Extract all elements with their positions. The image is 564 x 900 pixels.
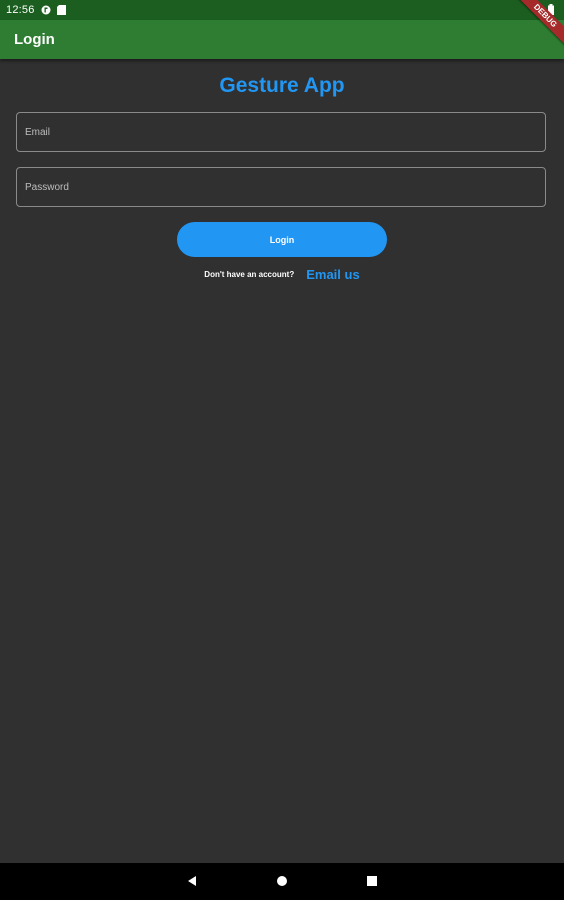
app-bar: Login	[0, 20, 564, 59]
back-icon[interactable]	[184, 873, 200, 889]
app-title: Gesture App	[219, 74, 345, 97]
email-field[interactable]	[16, 112, 546, 152]
status-bar: 12:56	[0, 0, 564, 20]
email-us-link[interactable]: Email us	[306, 267, 359, 282]
signup-row: Don't have an account? Email us	[0, 264, 564, 284]
status-time: 12:56	[6, 4, 35, 16]
sd-card-icon	[56, 5, 67, 15]
login-button[interactable]: Login	[177, 222, 387, 257]
device-screen: 12:56 Login DEBUG Gesture App Email Logi…	[0, 0, 564, 900]
login-form: Gesture App Login Don't have an account?…	[0, 59, 564, 863]
app-bar-title: Login	[14, 31, 55, 48]
password-field[interactable]	[16, 167, 546, 207]
recents-icon[interactable]	[364, 873, 380, 889]
home-icon[interactable]	[274, 873, 290, 889]
signup-prompt: Don't have an account?	[204, 269, 295, 279]
navigation-bar	[0, 863, 564, 900]
app-notification-icon	[41, 5, 51, 15]
